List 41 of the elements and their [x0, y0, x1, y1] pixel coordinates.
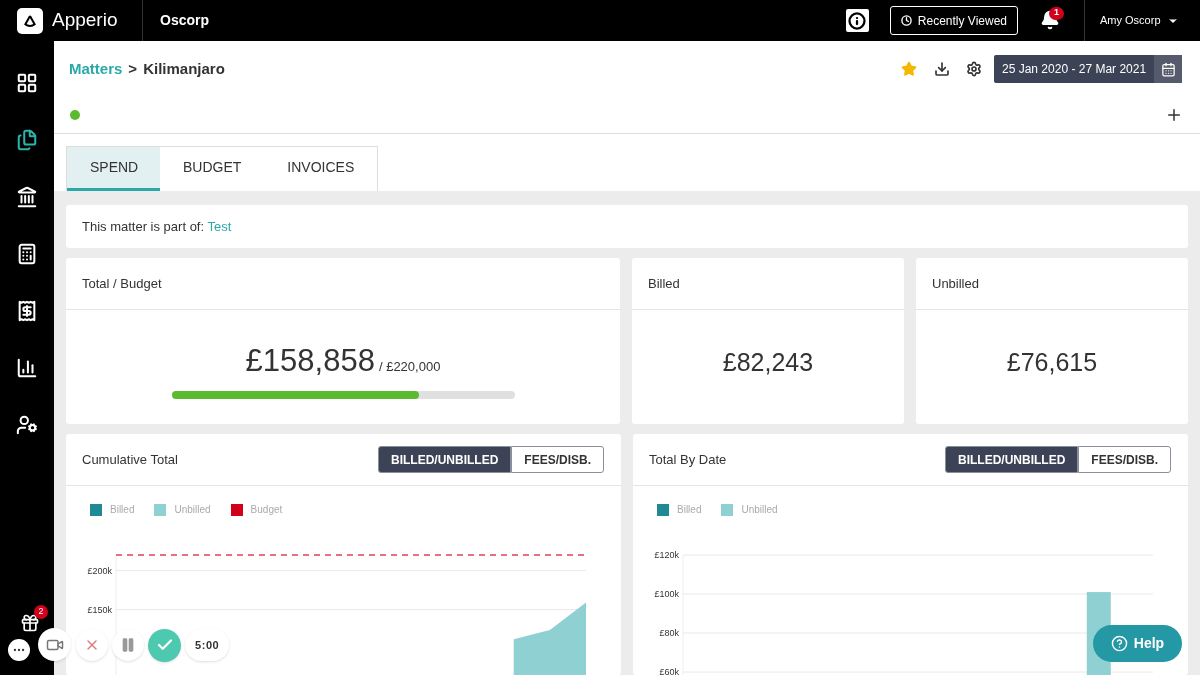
chart-toggle-button[interactable]: FEES/DISB. [511, 446, 604, 473]
settings-icon[interactable] [966, 61, 982, 77]
card-title: Billed [648, 274, 680, 293]
y-tick-label: £80k [659, 628, 679, 638]
unbilled-value: £76,615 [1006, 347, 1098, 379]
info-icon[interactable] [845, 9, 869, 32]
date-range-text: 25 Jan 2020 - 27 Mar 2021 [1001, 61, 1148, 78]
gift-icon[interactable] [20, 613, 40, 633]
y-tick-label: £200k [87, 565, 112, 576]
help-icon [1110, 635, 1128, 652]
organisation-name[interactable]: Oscorp [160, 10, 209, 31]
chart-toggle-button[interactable]: BILLED/UNBILLED [945, 446, 1079, 473]
y-tick-label: £150k [87, 604, 112, 615]
notification-badge: 1 [1049, 6, 1064, 20]
breadcrumb-item: > [128, 58, 138, 79]
date-range-picker[interactable]: 25 Jan 2020 - 27 Mar 2021 [994, 55, 1182, 83]
recently-viewed-button[interactable]: Recently Viewed [889, 6, 1018, 35]
part-of-text: This matter is part of: Test [82, 217, 232, 236]
total-value: £158,858 [245, 342, 375, 380]
budget-value: / £220,000 [378, 358, 441, 376]
y-tick-label: £100k [654, 589, 679, 599]
download-icon[interactable] [934, 61, 950, 77]
card-title: Total By Date [649, 450, 727, 469]
logo-icon [17, 7, 43, 34]
user-menu[interactable]: Amy Oscorp [1100, 12, 1161, 29]
app-logo-text[interactable]: Apperio [52, 6, 118, 35]
calendar-icon [1160, 61, 1176, 77]
clock-icon [900, 15, 912, 26]
y-tick-label: £120k [654, 550, 679, 560]
card-title: Cumulative Total [82, 450, 178, 469]
card-title: Total / Budget [82, 274, 162, 293]
pause-icon [120, 637, 136, 653]
breadcrumb-item: Kilimanjaro [143, 58, 225, 79]
y-tick-label: £60k [659, 667, 679, 675]
tab[interactable]: SPEND [67, 147, 160, 191]
chart-toggle-button[interactable]: BILLED/UNBILLED [378, 446, 512, 473]
billed-value: £82,243 [722, 347, 814, 379]
add-icon[interactable] [1165, 106, 1183, 124]
card-title: Unbilled [932, 274, 979, 293]
chart-toggle-button[interactable]: FEES/DISB. [1078, 446, 1171, 473]
favourite-star-icon[interactable] [901, 61, 917, 77]
